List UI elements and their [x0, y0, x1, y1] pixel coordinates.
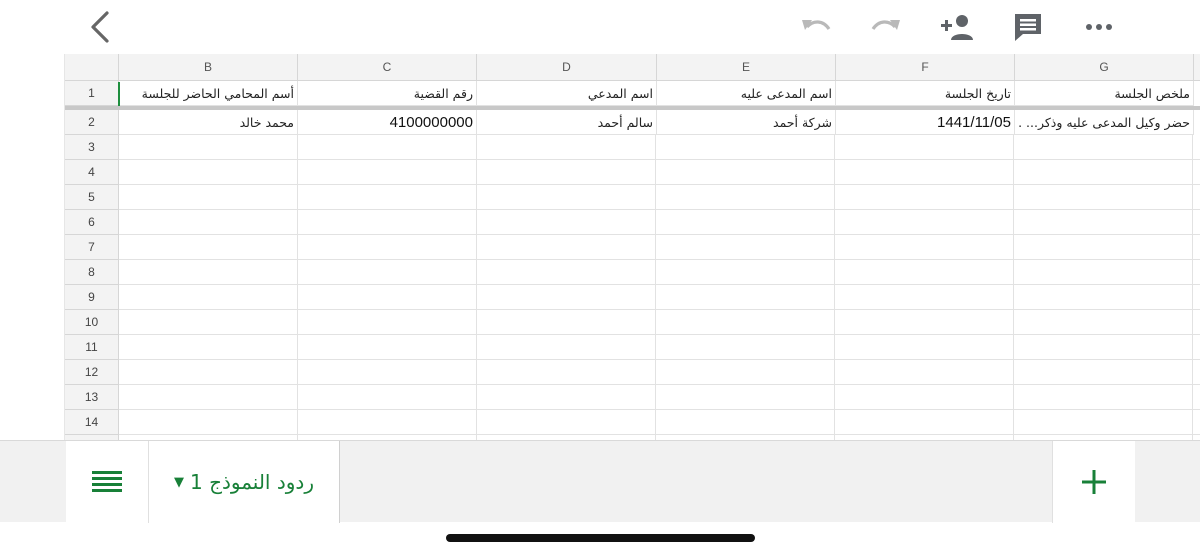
cell-f2[interactable]: 1441/11/05	[836, 110, 1015, 135]
cell-cursor	[118, 82, 120, 106]
row-header-8[interactable]: 8	[65, 260, 119, 285]
column-header-e[interactable]: E	[657, 54, 836, 81]
sheet-tabs-bar: ▼ ردود النموذج 1	[0, 440, 1200, 523]
cell-e1[interactable]: اسم المدعى عليه	[657, 81, 836, 106]
plus-icon	[1082, 470, 1106, 494]
column-header-b[interactable]: B	[119, 54, 298, 81]
cell-f1[interactable]: تاريخ الجلسة	[836, 81, 1015, 106]
row-header-6[interactable]: 6	[65, 210, 119, 235]
sheet-tab-label: ردود النموذج 1	[190, 470, 314, 494]
row-header-9[interactable]: 9	[65, 285, 119, 310]
cell-d2[interactable]: سالم أحمد	[477, 110, 657, 135]
redo-icon[interactable]	[864, 6, 908, 48]
cell-g2[interactable]: حضر وكيل المدعى عليه وذكر... .	[1015, 110, 1194, 135]
cell-c1[interactable]: رقم القضية	[298, 81, 477, 106]
cell-b2[interactable]: محمد خالد	[119, 110, 298, 135]
toolbar	[0, 0, 1200, 55]
row-header-1[interactable]: 1	[65, 81, 119, 106]
cell-d1[interactable]: اسم المدعي	[477, 81, 657, 106]
row-header-7[interactable]: 7	[65, 235, 119, 260]
left-gutter	[0, 54, 65, 440]
row-header-10[interactable]: 10	[65, 310, 119, 335]
undo-icon[interactable]	[794, 6, 838, 48]
row-header-11[interactable]: 11	[65, 335, 119, 360]
column-header-d[interactable]: D	[477, 54, 657, 81]
add-sheet-button[interactable]	[1052, 441, 1135, 523]
row-header-2[interactable]: 2	[65, 110, 119, 135]
spreadsheet-grid[interactable]: B C D E F G 1 2 3 4 5 6 7 8 9 10 11 12 1…	[0, 54, 1200, 440]
all-sheets-button[interactable]	[66, 441, 149, 523]
empty-cells-area[interactable]	[119, 135, 1200, 440]
cell-b1[interactable]: أسم المحامي الحاضر للجلسة	[119, 81, 298, 106]
row-header-3[interactable]: 3	[65, 135, 119, 160]
add-person-icon[interactable]	[935, 6, 979, 48]
row-header-12[interactable]: 12	[65, 360, 119, 385]
menu-lines-icon	[92, 471, 122, 492]
sheet-tab-form-responses[interactable]: ▼ ردود النموذج 1	[149, 441, 340, 523]
column-header-h[interactable]	[1194, 54, 1200, 81]
home-indicator[interactable]	[446, 534, 755, 542]
cell-c2[interactable]: 4100000000	[298, 110, 477, 135]
cell-e2[interactable]: شركة أحمد	[657, 110, 836, 135]
back-chevron-icon[interactable]	[78, 6, 122, 48]
row-header-14[interactable]: 14	[65, 410, 119, 435]
comment-icon[interactable]	[1006, 6, 1050, 48]
row-header-13[interactable]: 13	[65, 385, 119, 410]
more-icon[interactable]	[1077, 6, 1121, 48]
cell-g1[interactable]: ملخص الجلسة	[1015, 81, 1194, 106]
row-header-4[interactable]: 4	[65, 160, 119, 185]
triangle-down-icon[interactable]: ▼	[174, 475, 184, 490]
column-header-f[interactable]: F	[836, 54, 1015, 81]
column-header-c[interactable]: C	[298, 54, 477, 81]
column-header-g[interactable]: G	[1015, 54, 1194, 81]
row-header-5[interactable]: 5	[65, 185, 119, 210]
select-all-corner[interactable]	[65, 54, 119, 81]
